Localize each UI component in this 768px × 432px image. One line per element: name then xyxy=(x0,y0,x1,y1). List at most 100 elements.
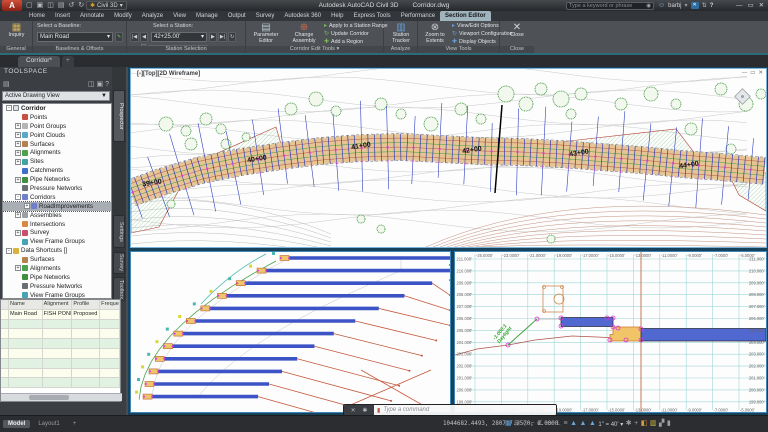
toolspace-help-icon[interactable]: ? xyxy=(105,81,109,88)
tree-expander[interactable]: + xyxy=(15,265,21,272)
layout1-tab[interactable]: Layout1 xyxy=(33,420,64,428)
clean-screen-icon[interactable]: ▞ xyxy=(659,419,664,429)
tree-item-corridor[interactable]: - Corridor xyxy=(3,104,111,113)
side-tab-prospector[interactable]: Prospector xyxy=(113,90,125,142)
plan-viewport[interactable]: 39+00 40+00 41+00 42+00 43+00 44+00 [-][Top][… xyxy=(130,68,767,248)
restore-button[interactable]: ▭ xyxy=(748,1,754,10)
minimize-button[interactable]: — xyxy=(736,1,743,10)
tree-item-alignments[interactable]: + Alignments xyxy=(3,264,111,273)
tree-expander[interactable]: + xyxy=(15,123,21,130)
close-icon[interactable]: ✕ xyxy=(351,407,356,414)
tree-item-catchments[interactable]: Catchments xyxy=(3,166,111,175)
dynamic-input-icon[interactable]: ≡ xyxy=(564,419,568,429)
graphics-performance-icon[interactable]: ▥ xyxy=(650,419,657,429)
first-station-button[interactable]: |◀ xyxy=(130,32,140,42)
zoom-to-extents-button[interactable]: ⊗ Zoom to Extents xyxy=(420,22,450,44)
tree-item-surfaces[interactable]: Surfaces xyxy=(3,255,111,264)
station-combo[interactable]: 42+25.00' ▾ xyxy=(151,32,207,42)
new-drawing-tab-button[interactable]: + xyxy=(62,56,74,67)
tree-item-point-clouds[interactable]: + Point Clouds xyxy=(3,131,111,140)
change-assembly-button[interactable]: ⊕ Change Assembly xyxy=(286,22,322,44)
section-view-canvas[interactable]: -1.000:1Daylight-25.0000'-25.0000'-23.00… xyxy=(455,252,766,412)
customize-icon[interactable]: ✱ xyxy=(362,407,367,414)
tree-expander[interactable]: + xyxy=(15,158,21,165)
column-header[interactable]: Freque xyxy=(100,300,121,309)
command-input[interactable]: ▮ Type a command xyxy=(374,405,556,415)
tree-item-corridors[interactable]: - Corridors xyxy=(3,193,111,202)
close-button[interactable]: ✕ xyxy=(759,1,764,10)
file-tab-corridor[interactable]: Corridor* xyxy=(18,56,61,67)
tree-expander[interactable]: + xyxy=(15,149,21,156)
tree-expander[interactable]: - xyxy=(6,247,12,254)
viewport-label[interactable]: [-][Top][2D Wireframe] xyxy=(137,71,200,77)
tree-expander[interactable]: + xyxy=(24,203,30,210)
ribbon-tab-modify[interactable]: Modify xyxy=(109,11,137,21)
share-icon[interactable]: ⇅ xyxy=(702,2,707,9)
ribbon-tab-analyze[interactable]: Analyze xyxy=(137,11,168,21)
sign-in-area[interactable]: ☺ barbj ▾ ✕ ⇅ ? xyxy=(658,1,713,10)
toolspace-display-icon[interactable]: ▣ xyxy=(96,80,103,88)
redo-icon[interactable]: ↻ xyxy=(78,1,84,10)
osnap-icon[interactable]: ▭ xyxy=(546,419,553,429)
side-tab-settings[interactable]: Settings xyxy=(113,215,125,248)
tree-item-assemblies[interactable]: + Assemblies xyxy=(3,211,111,220)
toolspace-panorama-icon[interactable]: ◫ xyxy=(88,80,95,88)
annotation-visibility-icon[interactable]: ▲ xyxy=(570,419,577,429)
tree-item-view-frame-groups[interactable]: View Frame Groups xyxy=(3,237,111,246)
tree-expander[interactable]: + xyxy=(15,176,21,183)
section-viewport[interactable]: -1.000:1Daylight-25.0000'-25.0000'-23.00… xyxy=(454,251,767,413)
inquiry-button[interactable]: ▦ Inquiry xyxy=(4,22,29,39)
ribbon-tab-autodesk-360[interactable]: Autodesk 360 xyxy=(279,11,326,21)
next-station-button[interactable]: ▶ xyxy=(209,32,217,42)
restore-button[interactable]: ▭ xyxy=(750,70,755,76)
tree-item-pressure-networks[interactable]: Pressure Networks xyxy=(3,282,111,291)
tree-expander[interactable]: - xyxy=(15,194,21,201)
close-editor-button[interactable]: ✕ Close xyxy=(504,22,530,39)
tree-item-roadimprovements[interactable]: + RoadImprovements xyxy=(3,200,111,212)
open-icon[interactable]: ▣ xyxy=(37,1,44,10)
plan-view-canvas[interactable]: 39+0040+0041+00 42+00 43+0044+00 xyxy=(131,69,766,247)
tree-item-survey[interactable]: + Survey xyxy=(3,228,111,237)
tree-expander[interactable]: + xyxy=(15,132,21,139)
parameter-editor-button[interactable]: ▤ Parameter Editor xyxy=(248,22,284,44)
tree-item-surfaces[interactable]: + Surfaces xyxy=(3,140,111,149)
last-station-button[interactable]: ▶| xyxy=(217,32,228,42)
tree-expander[interactable]: + xyxy=(15,141,21,147)
annotation-monitor-icon[interactable]: ▲ xyxy=(589,419,596,429)
snap-icon[interactable]: ⊞ xyxy=(514,419,520,429)
polar-tracking-icon[interactable]: ∠ xyxy=(537,419,543,429)
tree-item-view-frame-groups[interactable]: View Frame Groups xyxy=(3,291,111,298)
annotation-scale[interactable]: 1" = 40' ▾ xyxy=(598,421,623,428)
tree-item-data-shortcuts-[interactable]: - Data Shortcuts [] xyxy=(3,246,111,255)
undo-icon[interactable]: ↺ xyxy=(69,1,75,10)
station-tracker-button[interactable]: ▥ Station Tracker xyxy=(386,22,416,44)
help-search-input[interactable]: Type a keyword or phrase ◉ xyxy=(566,1,654,10)
tree-item-pressure-networks[interactable]: Pressure Networks xyxy=(3,184,111,193)
ribbon-tab-performance[interactable]: Performance xyxy=(396,11,440,21)
tree-item-points[interactable]: Points xyxy=(3,113,111,122)
close-button[interactable]: ✕ xyxy=(758,70,763,76)
tree-item-pipe-networks[interactable]: + Pipe Networks xyxy=(3,175,111,184)
column-header[interactable]: Profile xyxy=(72,300,101,309)
ribbon-tab-manage[interactable]: Manage xyxy=(191,11,223,21)
baseline-combo[interactable]: Main Road ▾ xyxy=(37,32,113,42)
ribbon-tab-express-tools[interactable]: Express Tools xyxy=(348,11,395,21)
autoscale-icon[interactable]: ▲ xyxy=(580,419,587,429)
ortho-icon[interactable]: ⌐ xyxy=(530,419,534,429)
qnew-icon[interactable]: ▢ xyxy=(26,1,33,10)
workspace-switcher[interactable]: ✱ Civil 3D ▾ xyxy=(86,1,127,10)
ribbon-tab-survey[interactable]: Survey xyxy=(251,11,280,21)
ribbon-tab-insert[interactable]: Insert xyxy=(50,11,75,21)
infer-constraints-icon[interactable]: ◇ xyxy=(523,419,528,429)
search-icon[interactable]: ◉ xyxy=(646,3,651,9)
refresh-station-button[interactable]: ↻ xyxy=(228,32,237,42)
corridor-3d-canvas[interactable] xyxy=(131,252,450,412)
column-header[interactable]: Alignment xyxy=(42,300,73,309)
exchange-apps-icon[interactable]: ✕ xyxy=(690,2,699,9)
column-header[interactable] xyxy=(1,300,9,309)
ribbon-tab-annotate[interactable]: Annotate xyxy=(75,11,109,21)
tree-expander[interactable]: - xyxy=(6,105,12,112)
column-header[interactable]: Name xyxy=(8,300,43,309)
tree-expander[interactable]: + xyxy=(15,229,21,236)
ribbon-tab-output[interactable]: Output xyxy=(223,11,251,21)
